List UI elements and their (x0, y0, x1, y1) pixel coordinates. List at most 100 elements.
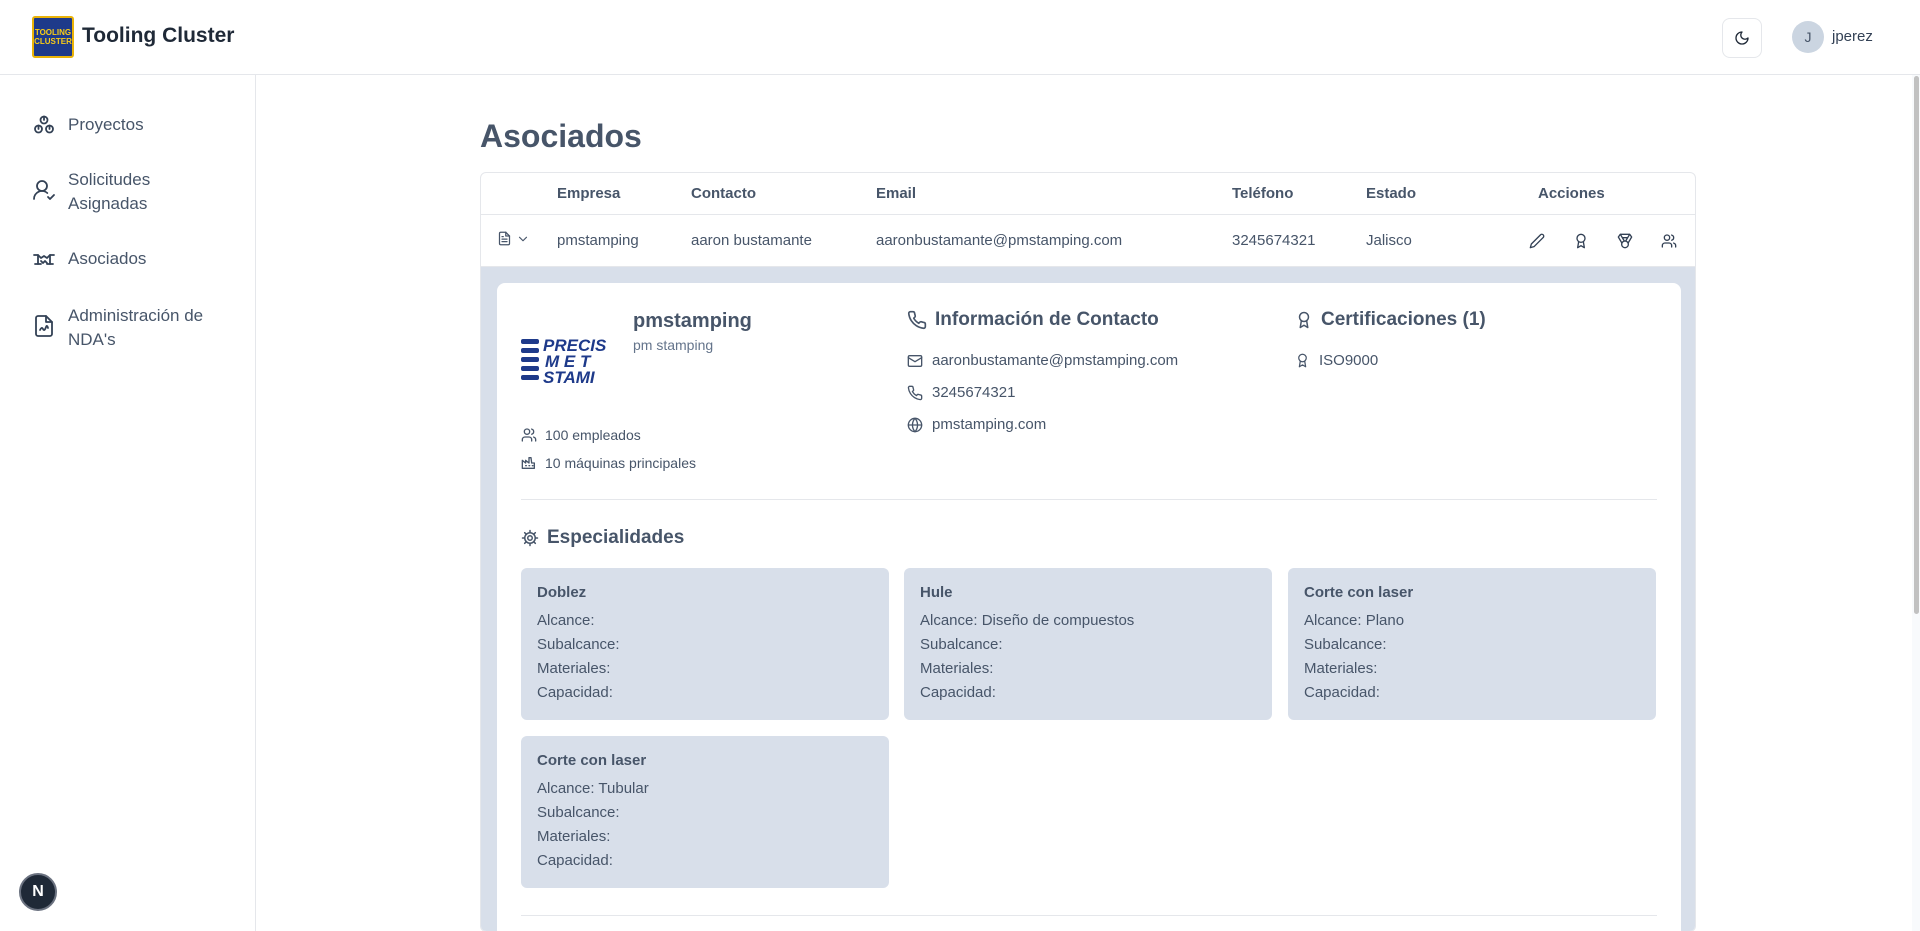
specialty-card: Hule Alcance: Diseño de compuestos Subal… (904, 568, 1272, 720)
company-name: pmstamping (633, 310, 752, 332)
contact-phone[interactable]: 3245674321 (907, 384, 1015, 401)
specialty-name: Doblez (537, 584, 587, 601)
phone-icon (907, 385, 923, 400)
specialty-subalcance: Subalcance: (537, 636, 620, 653)
medal-icon (1617, 233, 1633, 249)
edit-button[interactable] (1527, 231, 1547, 251)
logo-text-line1: TOOLING (34, 28, 72, 37)
specialty-alcance: Alcance: Diseño de compuestos (920, 612, 1135, 629)
app-title[interactable]: Tooling Cluster (82, 24, 234, 48)
section-divider (521, 499, 1657, 500)
theme-toggle-button[interactable] (1722, 18, 1762, 58)
header-telefono[interactable]: Teléfono (1232, 185, 1293, 202)
chevron-down-icon (518, 236, 528, 241)
table-row[interactable]: pmstamping aaron bustamante aaronbustama… (481, 215, 1695, 267)
award-icon (1576, 233, 1586, 249)
section-divider (521, 915, 1657, 916)
employees-text: 100 empleados (545, 427, 641, 443)
specialty-capacidad: Capacidad: (1304, 684, 1380, 701)
moon-icon (1735, 31, 1749, 45)
contacts-button[interactable] (1659, 231, 1679, 251)
sidebar: Proyectos Solicitudes Asignadas Asociado… (0, 75, 256, 931)
award-icon (1298, 353, 1307, 368)
sidebar-item-label: Administración de NDA's (68, 306, 204, 349)
factory-icon (521, 457, 535, 469)
header-empresa[interactable]: Empresa (557, 185, 620, 202)
boxes-icon (34, 115, 54, 134)
cell-empresa: pmstamping (557, 232, 639, 249)
app-logo[interactable]: TOOLING CLUSTER (32, 16, 74, 58)
logo-line-3: STAMI (543, 368, 596, 387)
file-text-icon (498, 231, 511, 246)
page-title: Asociados (480, 118, 642, 154)
sidebar-item-label: Asociados (68, 249, 147, 268)
sidebar-item-label: Solicitudes Asignadas (68, 170, 151, 213)
users-icon (521, 428, 537, 442)
machines-info: 10 máquinas principales (521, 455, 696, 471)
scrollbar-thumb[interactable] (1914, 76, 1919, 614)
specialty-card: Corte con laser Alcance: Plano Subalcanc… (1288, 568, 1656, 720)
gear-icon (521, 529, 539, 547)
users-icon (1661, 234, 1677, 248)
row-expand-toggle[interactable] (497, 231, 530, 246)
specialty-alcance: Alcance: Tubular (537, 780, 649, 797)
cell-telefono: 3245674321 (1232, 232, 1316, 249)
certification-item: ISO9000 (1295, 352, 1378, 369)
contact-section-title: Información de Contacto (907, 309, 1159, 331)
user-avatar[interactable]: J (1792, 21, 1824, 53)
header-estado[interactable]: Estado (1366, 185, 1416, 202)
certifications-section-title: Certificaciones (1) (1295, 309, 1486, 331)
contact-website[interactable]: pmstamping.com (907, 416, 1046, 433)
table-header: Empresa Contacto Email Teléfono Estado A… (481, 173, 1695, 215)
asociados-table: Empresa Contacto Email Teléfono Estado A… (480, 172, 1696, 931)
certifications-button[interactable] (1571, 231, 1591, 251)
header-acciones: Acciones (1538, 185, 1605, 202)
specialty-subalcance: Subalcance: (537, 804, 620, 821)
company-logo: PRECIS M E T STAMI (521, 336, 607, 387)
employees-info: 100 empleados (521, 427, 641, 443)
user-name[interactable]: jperez (1832, 28, 1873, 45)
specialty-alcance: Alcance: Plano (1304, 612, 1405, 629)
handshake-icon (33, 254, 55, 265)
mail-icon (907, 354, 923, 367)
cell-email: aaronbustamante@pmstamping.com (876, 232, 1123, 249)
top-header: TOOLING CLUSTER Tooling Cluster J jperez (0, 0, 1920, 75)
specialty-name: Corte con laser (1304, 584, 1414, 601)
specialty-capacidad: Capacidad: (537, 684, 613, 701)
specialty-materiales: Materiales: (920, 660, 994, 677)
sidebar-item-asociados[interactable]: Asociados (32, 247, 218, 272)
specialty-name: Hule (920, 584, 953, 601)
specialty-materiales: Materiales: (537, 660, 611, 677)
pencil-icon (1529, 233, 1545, 249)
specialty-card: Corte con laser Alcance: Tubular Subalca… (521, 736, 889, 888)
specialty-alcance: Alcance: (537, 612, 595, 629)
specialties-button[interactable] (1615, 231, 1635, 251)
specialty-capacidad: Capacidad: (537, 852, 613, 869)
phone-icon (907, 310, 927, 330)
sidebar-item-nda[interactable]: Administración de NDA's (32, 304, 218, 352)
cell-contacto: aaron bustamante (691, 232, 812, 249)
specialty-capacidad: Capacidad: (920, 684, 996, 701)
sidebar-item-proyectos[interactable]: Proyectos (32, 113, 218, 138)
sidebar-item-solicitudes[interactable]: Solicitudes Asignadas (32, 168, 218, 216)
file-signature-icon (35, 315, 53, 337)
specialty-card: Doblez Alcance: Subalcance: Materiales: … (521, 568, 889, 720)
globe-icon (907, 417, 923, 432)
contact-email[interactable]: aaronbustamante@pmstamping.com (907, 352, 1178, 369)
award-icon (1298, 311, 1310, 329)
specialty-materiales: Materiales: (1304, 660, 1378, 677)
header-contacto[interactable]: Contacto (691, 185, 756, 202)
user-check-icon (33, 180, 55, 200)
specialty-subalcance: Subalcance: (1304, 636, 1387, 653)
company-detail-card: PRECIS M E T STAMI pmstamping pm stampin… (497, 283, 1681, 931)
dev-tools-button[interactable]: N (19, 873, 57, 911)
sidebar-item-label: Proyectos (68, 115, 144, 134)
specialty-name: Corte con laser (537, 752, 647, 769)
specialty-materiales: Materiales: (537, 828, 611, 845)
cell-estado: Jalisco (1366, 232, 1412, 249)
header-email[interactable]: Email (876, 185, 916, 202)
specialties-section-title: Especialidades (521, 527, 684, 549)
company-legal-name: pm stamping (633, 337, 714, 353)
specialty-subalcance: Subalcance: (920, 636, 1003, 653)
machines-text: 10 máquinas principales (545, 455, 696, 471)
